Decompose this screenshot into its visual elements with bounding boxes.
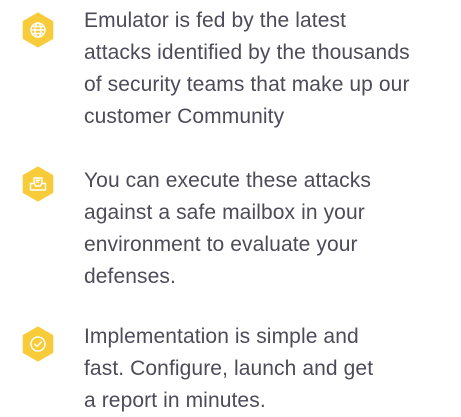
mailbox-icon (22, 166, 54, 202)
feature-text-line: a report in minutes. (84, 389, 266, 412)
globe-icon (22, 12, 54, 48)
feature-text-line: fast. Configure, launch and get (84, 357, 374, 380)
feature-text-line: customer Community (84, 105, 285, 128)
feature-text-line: Emulator is fed by the latest (84, 9, 347, 32)
feature-text-line: environment to evaluate your (84, 233, 358, 256)
check-circle-icon (22, 326, 54, 362)
feature-icon-badge (20, 166, 56, 202)
feature-text-line: defenses. (84, 265, 176, 288)
feature-text-line: of security teams that make up our (84, 73, 410, 96)
feature-text-line: Implementation is simple and (84, 325, 359, 348)
feature-list: Emulator is fed by the latest attacks id… (0, 0, 461, 413)
feature-text: You can execute these attacks against a … (84, 165, 371, 293)
feature-text-line: You can execute these attacks (84, 169, 371, 192)
feature-text-line: attacks identified by the thousands (84, 41, 410, 64)
feature-icon-badge (20, 12, 56, 48)
feature-text: Implementation is simple and fast. Confi… (84, 321, 373, 417)
feature-icon-badge (20, 326, 56, 362)
feature-text-line: against a safe mailbox in your (84, 201, 365, 224)
feature-text: Emulator is fed by the latest attacks id… (84, 5, 410, 133)
